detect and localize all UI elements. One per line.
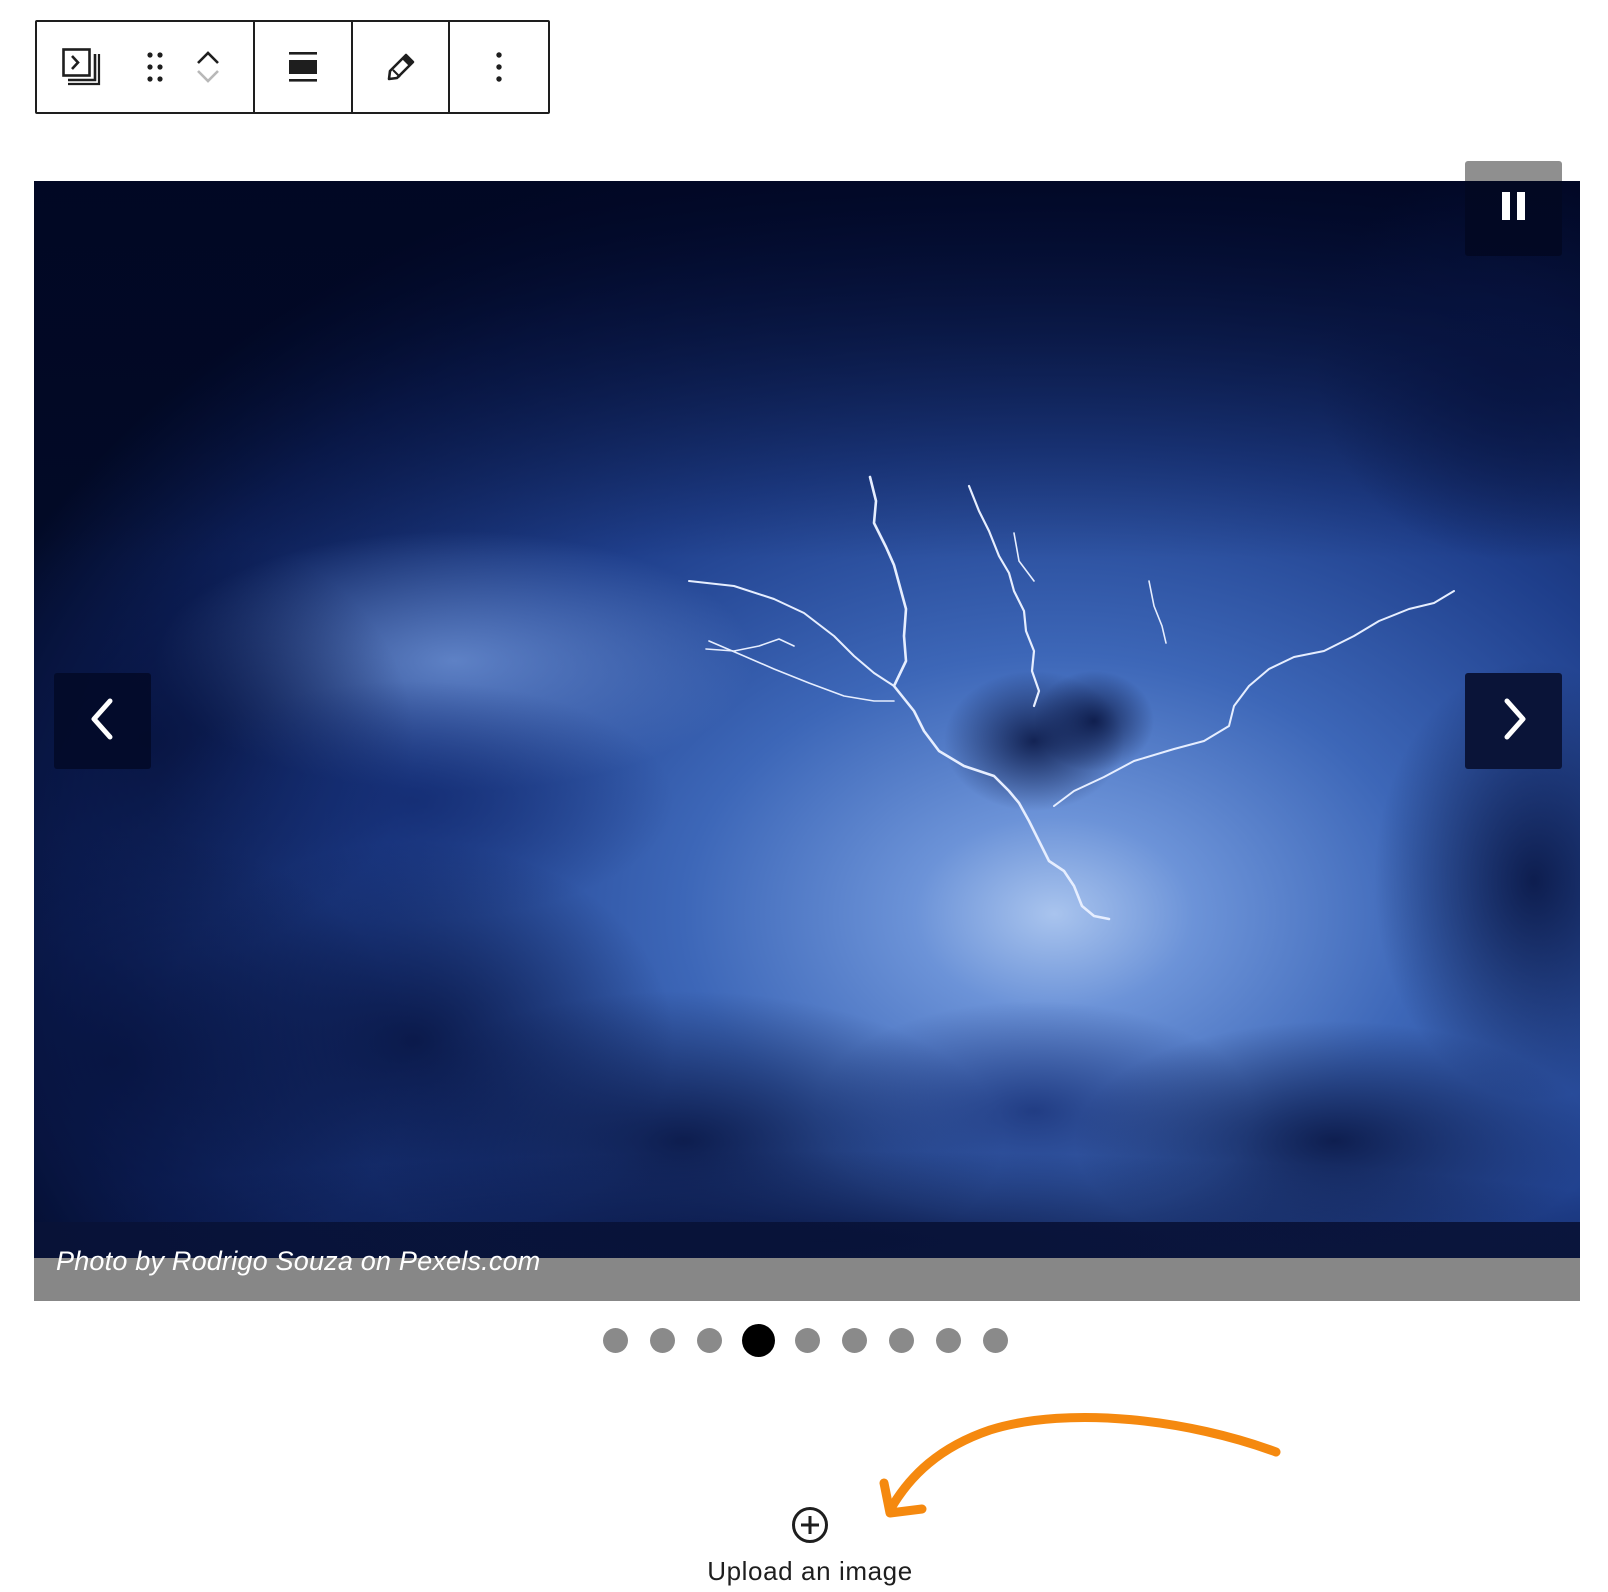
pagination-dot[interactable] [888, 1327, 914, 1353]
slider-pagination [0, 1322, 1608, 1358]
block-mover [195, 50, 221, 84]
pagination-dot[interactable] [602, 1327, 628, 1353]
block-type-button[interactable] [62, 47, 101, 87]
align-button[interactable] [288, 50, 318, 84]
slide-image [34, 181, 1580, 1259]
edit-button[interactable] [385, 51, 417, 83]
toolbar-group-block [37, 22, 256, 112]
chevron-left-icon [88, 697, 118, 746]
pause-icon [1501, 191, 1527, 226]
pagination-dot[interactable] [935, 1327, 961, 1353]
pagination-dot[interactable] [741, 1323, 775, 1357]
next-slide-button[interactable] [1465, 673, 1562, 769]
pagination-dot[interactable] [649, 1327, 675, 1353]
move-up-icon [195, 50, 221, 66]
slide-caption: Photo by Rodrigo Souza on Pexels.com [56, 1246, 541, 1276]
annotation-arrow [879, 1412, 1281, 1518]
block-toolbar [35, 20, 550, 114]
slider-block-icon [62, 47, 102, 87]
plus-circle-icon [790, 1505, 830, 1550]
align-icon [288, 50, 318, 84]
chevron-right-icon [1499, 697, 1529, 746]
toolbar-group-edit [353, 22, 451, 112]
drag-handle-icon [145, 50, 165, 84]
edit-pencil-icon [385, 51, 417, 83]
pagination-dot[interactable] [982, 1327, 1008, 1353]
pagination-dot[interactable] [841, 1327, 867, 1353]
previous-slide-button[interactable] [54, 673, 151, 769]
pagination-dot[interactable] [794, 1327, 820, 1353]
move-up-button[interactable] [195, 50, 221, 66]
more-options-icon [495, 50, 503, 84]
toolbar-group-align [255, 22, 353, 112]
pause-button[interactable] [1465, 161, 1562, 256]
pagination-dot[interactable] [696, 1327, 722, 1353]
move-down-icon [195, 68, 221, 84]
upload-image-label: Upload an image [707, 1556, 913, 1586]
upload-image-button[interactable]: Upload an image [700, 1505, 920, 1586]
image-slider: Photo by Rodrigo Souza on Pexels.com [34, 181, 1580, 1301]
drag-handle-button[interactable] [135, 50, 175, 84]
more-options-button[interactable] [495, 50, 503, 84]
toolbar-group-more [450, 22, 548, 112]
move-down-button[interactable] [195, 68, 221, 84]
